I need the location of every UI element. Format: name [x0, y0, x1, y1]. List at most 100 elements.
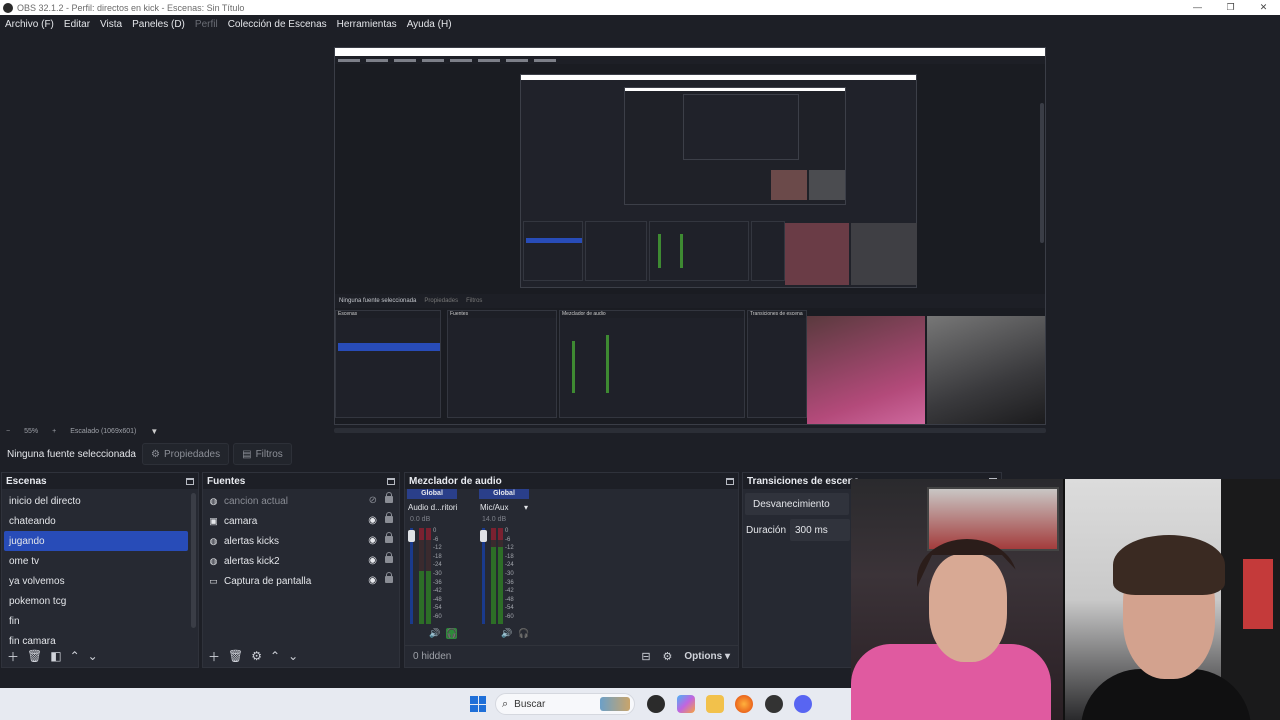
trash-icon[interactable]: 🗑 [27, 649, 42, 663]
trash-icon[interactable]: 🗑 [228, 649, 243, 663]
sources-title: Fuentes [207, 475, 246, 487]
close-icon[interactable]: ✕ [1247, 0, 1280, 15]
move-up-button[interactable]: ⌃ [70, 649, 80, 663]
scale-mode-dropdown-icon[interactable]: ▼ [150, 427, 158, 436]
volume-slider-track[interactable] [482, 528, 485, 624]
channel-name: Audio d...ritorio [408, 502, 457, 512]
volume-fader-handle[interactable] [408, 530, 415, 542]
obs-taskbar-icon[interactable] [765, 695, 783, 713]
maximize-icon[interactable]: ❐ [1214, 0, 1247, 15]
undock-icon[interactable] [186, 477, 194, 485]
menu-vista[interactable]: Vista [100, 19, 122, 30]
properties-button[interactable]: ⚙ Propiedades [142, 443, 230, 465]
mixer-footer: 0 hidden ⊟ ⚙ Options ▾ [405, 645, 738, 667]
undock-icon[interactable] [726, 477, 734, 485]
add-source-button[interactable]: ＋ [208, 648, 220, 665]
status-bar [0, 668, 851, 688]
meter-tick: -18 [505, 553, 514, 560]
webcam-overlay [851, 479, 1280, 720]
source-label: cancion actual [224, 495, 288, 507]
meter-level [498, 547, 503, 624]
preview-canvas[interactable]: Ninguna fuente seleccionada Propiedades … [334, 47, 1046, 425]
meter-tick: -36 [433, 579, 442, 586]
menu-archivo[interactable]: Archivo (F) [5, 19, 54, 30]
menu-perfil[interactable]: Perfil [195, 19, 218, 30]
eye-icon[interactable]: ◉ [368, 575, 377, 586]
scene-item[interactable]: fin [2, 611, 190, 631]
scenes-dock: Escenas inicio del directo chateando jugan… [1, 472, 199, 668]
volume-slider-track[interactable] [410, 528, 413, 624]
scene-item[interactable]: ome tv [2, 551, 190, 571]
move-down-button[interactable]: ⌄ [288, 649, 298, 663]
duration-input[interactable]: 300 ms [790, 519, 850, 541]
lock-icon[interactable] [385, 492, 393, 503]
windows-start-icon[interactable] [470, 696, 486, 712]
scene-item[interactable]: inicio del directo [2, 491, 190, 511]
source-item[interactable]: ◍ cancion actual ⊘ [203, 491, 399, 511]
channel-name-dropdown[interactable]: Audio d...ritorio▾ [407, 501, 457, 513]
properties-label: Propiedades [163, 448, 221, 460]
volume-fader-handle[interactable] [480, 530, 487, 542]
scene-item[interactable]: chateando [2, 511, 190, 531]
channel-name-dropdown[interactable]: Mic/Aux ▾ [479, 501, 529, 513]
speaker-icon[interactable]: 🔊 [429, 628, 440, 639]
file-explorer-icon[interactable] [706, 695, 724, 713]
meter-scale: 0 -6 -12 -18 -24 -30 -36 -42 -48 -54 -60 [433, 528, 442, 623]
eye-slash-icon[interactable]: ⊘ [369, 495, 377, 506]
scene-item[interactable]: jugando [4, 531, 188, 551]
preview-vscroll[interactable] [1040, 103, 1044, 243]
zoom-in-button[interactable]: + [52, 428, 56, 435]
move-up-button[interactable]: ⌃ [270, 649, 280, 663]
meter-tick: 0 [433, 528, 437, 534]
headphones-icon[interactable]: 🎧 [518, 628, 529, 639]
lock-icon[interactable] [385, 532, 393, 543]
lock-icon[interactable] [385, 572, 393, 583]
discord-icon[interactable] [794, 695, 812, 713]
menu-coleccion-escenas[interactable]: Colección de Escenas [228, 19, 327, 30]
channel-tag: Global [479, 489, 529, 499]
mixer-settings-icon[interactable]: ⚙ [663, 650, 673, 663]
preview-hscroll[interactable] [334, 428, 1046, 433]
scene-item[interactable]: pokemon tcg [2, 591, 190, 611]
scene-scrollbar[interactable] [191, 493, 196, 628]
scene-filters-icon[interactable]: ◧ [50, 649, 61, 663]
source-item[interactable]: ▣ camara ◉ [203, 511, 399, 531]
taskbar-search[interactable]: ⌕ Buscar [495, 693, 635, 715]
layout-toggle-icon[interactable]: ⊟ [641, 650, 650, 663]
no-source-selected: Ninguna fuente seleccionada [7, 448, 136, 460]
add-scene-button[interactable]: ＋ [7, 648, 19, 665]
speaker-icon[interactable]: 🔊 [501, 628, 512, 639]
options-button[interactable]: Options ▾ [684, 651, 730, 662]
lock-icon[interactable] [385, 512, 393, 523]
app-icon-g[interactable] [647, 695, 665, 713]
channel-tag: Global [407, 489, 457, 499]
move-down-button[interactable]: ⌄ [88, 649, 98, 663]
menu-herramientas[interactable]: Herramientas [337, 19, 397, 30]
firefox-icon[interactable] [735, 695, 753, 713]
gear-icon[interactable]: ⚙ [251, 649, 262, 663]
minimize-icon[interactable]: — [1181, 0, 1214, 15]
menu-editar[interactable]: Editar [64, 19, 90, 30]
source-item[interactable]: ◍ alertas kick2 ◉ [203, 551, 399, 571]
zoom-out-button[interactable]: − [6, 428, 10, 435]
search-placeholder: Buscar [514, 698, 546, 710]
preview-area[interactable]: Ninguna fuente seleccionada Propiedades … [0, 33, 1280, 425]
source-toolbar: Ninguna fuente seleccionada ⚙ Propiedade… [0, 441, 1280, 467]
undock-icon[interactable] [387, 477, 395, 485]
nested-filters: Filtros [466, 298, 483, 304]
lock-icon[interactable] [385, 552, 393, 563]
source-item[interactable]: ▭ Captura de pantalla ◉ [203, 571, 399, 591]
source-item[interactable]: ◍ alertas kicks ◉ [203, 531, 399, 551]
menu-paneles[interactable]: Paneles (D) [132, 19, 185, 30]
globe-icon: ◍ [209, 495, 218, 506]
menu-ayuda[interactable]: Ayuda (H) [407, 19, 452, 30]
eye-icon[interactable]: ◉ [368, 555, 377, 566]
meter-tick: -42 [505, 588, 514, 595]
eye-icon[interactable]: ◉ [368, 535, 377, 546]
scene-item[interactable]: ya volvemos [2, 571, 190, 591]
eye-icon[interactable]: ◉ [368, 515, 377, 526]
filters-button[interactable]: ▤ Filtros [233, 443, 292, 465]
copilot-icon[interactable] [677, 695, 695, 713]
transition-select[interactable]: Desvanecimiento [745, 493, 849, 515]
headphones-icon[interactable]: 🎧 [446, 628, 458, 639]
